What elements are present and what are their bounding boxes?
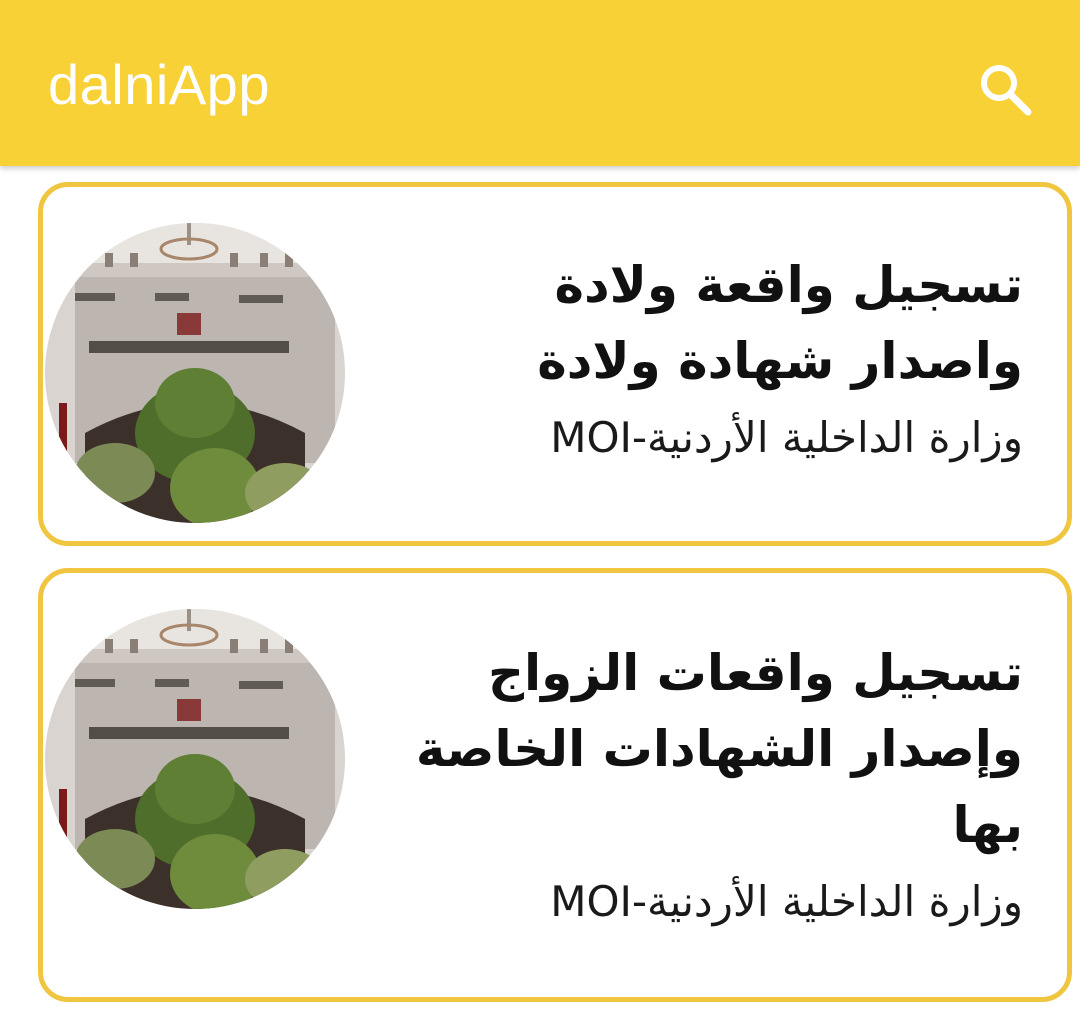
service-text: تسجيل واقعات الزواج وإصدار الشهادات الخا… bbox=[383, 635, 1023, 937]
service-provider: وزارة الداخلية الأردنية-MOI bbox=[550, 413, 1023, 462]
ministry-building-thumbnail bbox=[45, 223, 345, 523]
search-icon bbox=[981, 65, 1032, 116]
services-list: تسجيل واقعة ولادة واصدار شهادة ولادة وزا… bbox=[0, 166, 1080, 1012]
service-card-birth-registration[interactable]: تسجيل واقعة ولادة واصدار شهادة ولادة وزا… bbox=[38, 182, 1072, 546]
service-title: تسجيل واقعات الزواج وإصدار الشهادات الخا… bbox=[415, 644, 1023, 854]
service-text: تسجيل واقعة ولادة واصدار شهادة ولادة وزا… bbox=[383, 247, 1023, 473]
search-button[interactable] bbox=[968, 52, 1044, 128]
service-thumbnail bbox=[45, 609, 345, 909]
app-title: dalniApp bbox=[48, 53, 270, 116]
service-card-marriage-registration[interactable]: تسجيل واقعات الزواج وإصدار الشهادات الخا… bbox=[38, 568, 1072, 1002]
service-title: تسجيل واقعة ولادة واصدار شهادة ولادة bbox=[537, 256, 1023, 390]
ministry-building-thumbnail bbox=[45, 609, 345, 909]
service-provider: وزارة الداخلية الأردنية-MOI bbox=[550, 877, 1023, 926]
service-thumbnail bbox=[45, 223, 345, 523]
app-bar: dalniApp bbox=[0, 0, 1080, 166]
